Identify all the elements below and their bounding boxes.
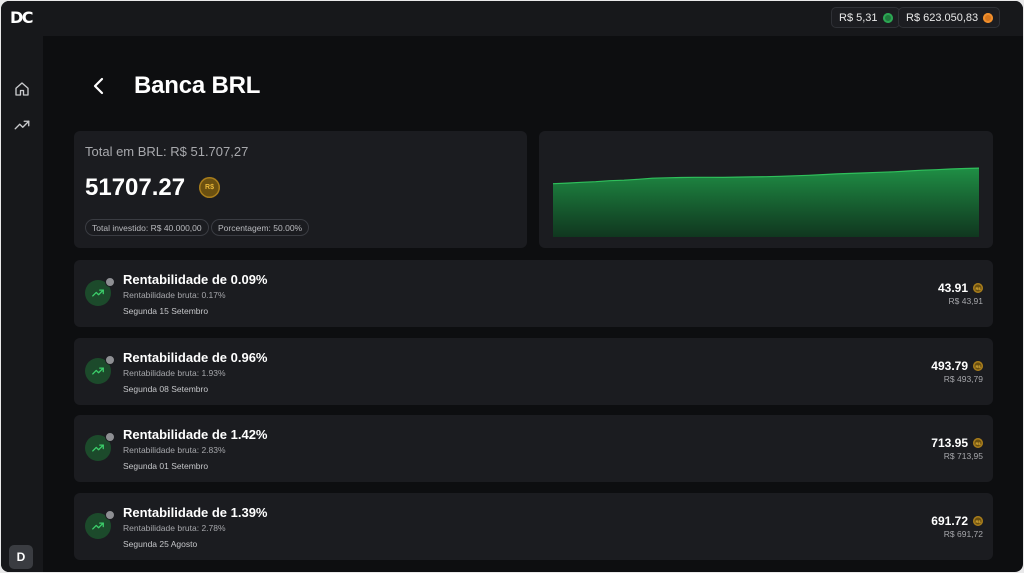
btc-balance-value: R$ 623.050,83	[906, 11, 979, 24]
status-badge-icon	[105, 355, 115, 365]
brl-coin-icon: R$	[973, 438, 983, 448]
row-date: Segunda 25 Agosto	[123, 539, 198, 549]
row-amount-brl: R$ 713,95	[943, 451, 983, 461]
back-arrow-icon[interactable]	[89, 75, 109, 97]
list-item[interactable]: Rentabilidade de 1.39% Rentabilidade bru…	[74, 493, 993, 560]
row-amount-value: 713.95	[931, 436, 968, 450]
percentage-chip: Porcentagem: 50.00%	[211, 219, 310, 236]
list-item[interactable]: Rentabilidade de 1.42% Rentabilidade bru…	[74, 415, 993, 482]
brl-balance-value: R$ 5,31	[839, 11, 878, 24]
row-date: Segunda 01 Setembro	[123, 461, 209, 471]
status-badge-icon	[105, 510, 115, 520]
brl-coin-icon: R$	[973, 361, 983, 371]
home-icon[interactable]	[13, 80, 31, 98]
row-amount-brl: R$ 691,72	[943, 529, 983, 539]
row-gross-return: Rentabilidade bruta: 2.83%	[123, 445, 226, 455]
sidebar: DC D	[1, 1, 43, 572]
row-amount: 493.79 R$	[931, 359, 983, 373]
row-gross-return: Rentabilidade bruta: 2.78%	[123, 523, 226, 533]
list-item[interactable]: Rentabilidade de 0.09% Rentabilidade bru…	[74, 260, 993, 327]
row-gross-return: Rentabilidade bruta: 1.93%	[123, 368, 226, 378]
row-amount: 713.95 R$	[931, 436, 983, 450]
page-title: Banca BRL	[134, 72, 261, 99]
brl-coin-icon: R$	[973, 516, 983, 526]
row-amount-value: 493.79	[931, 359, 968, 373]
brl-coin-icon: R$	[973, 283, 983, 293]
row-amount: 691.72 R$	[931, 514, 983, 528]
total-value: 51707.27	[85, 174, 186, 201]
top-bar: R$ 5,31 R$ 623.050,83	[43, 1, 1023, 36]
btc-balance-pill[interactable]: R$ 623.050,83	[898, 7, 1001, 28]
row-amount-value: 691.72	[931, 514, 968, 528]
app-window: DC D R$ 5,31 R$ 623.050,83 Banca BRL Tot…	[1, 1, 1023, 572]
row-gross-return: Rentabilidade bruta: 0.17%	[123, 290, 226, 300]
row-title: Rentabilidade de 0.96%	[123, 350, 268, 365]
total-label: Total em BRL: R$ 51.707,27	[85, 144, 249, 159]
row-date: Segunda 15 Setembro	[123, 306, 209, 316]
balance-summary-card: Total em BRL: R$ 51.707,27 51707.27 R$ T…	[74, 131, 527, 248]
chart-area	[553, 168, 979, 237]
brl-coin-icon	[882, 12, 893, 23]
brl-balance-pill[interactable]: R$ 5,31	[831, 7, 900, 28]
row-title: Rentabilidade de 0.09%	[123, 272, 268, 287]
status-badge-icon	[105, 277, 115, 287]
list-item[interactable]: Rentabilidade de 0.96% Rentabilidade bru…	[74, 338, 993, 405]
balance-area-chart	[553, 167, 979, 237]
invested-chip: Total investido: R$ 40.000,00	[85, 219, 209, 236]
bitcoin-icon	[983, 12, 994, 23]
user-avatar[interactable]: D	[9, 545, 33, 569]
status-badge-icon	[105, 432, 115, 442]
row-title: Rentabilidade de 1.42%	[123, 427, 268, 442]
app-logo[interactable]: DC	[10, 8, 34, 27]
brl-coin-icon: R$	[199, 177, 220, 198]
row-date: Segunda 08 Setembro	[123, 384, 209, 394]
row-amount-value: 43.91	[937, 281, 968, 295]
row-amount: 43.91 R$	[938, 281, 983, 295]
row-title: Rentabilidade de 1.39%	[123, 505, 268, 520]
row-amount-brl: R$ 493,79	[943, 374, 983, 384]
trending-up-icon[interactable]	[13, 116, 31, 134]
row-amount-brl: R$ 43,91	[948, 296, 984, 306]
chart-card	[539, 131, 993, 248]
